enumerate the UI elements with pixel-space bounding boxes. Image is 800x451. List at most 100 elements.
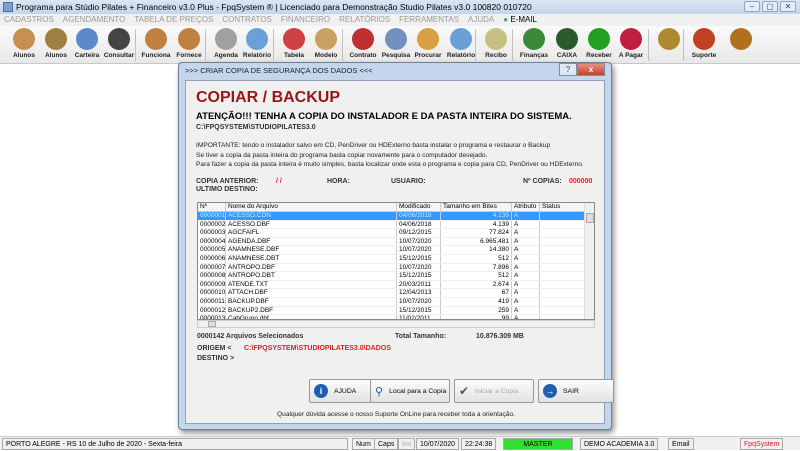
toolbar-button-label: Relatório — [242, 52, 272, 59]
file-cell: 6.965.481 — [441, 237, 512, 246]
file-cell: BACKUP2.DBF — [226, 306, 397, 315]
iniciar-copia-button[interactable]: ✔ Iniciar a Copia — [454, 379, 534, 403]
file-cell: 512 — [441, 272, 512, 280]
toolbar-button-coin-19[interactable] — [653, 27, 685, 63]
window-titlebar: Programa para Stúdio Pilates + Financeir… — [0, 0, 800, 14]
toolbar-button-consultar-3[interactable]: Consultar — [103, 27, 135, 63]
toolbar-button-caixa-16[interactable]: CAIXA — [551, 27, 583, 63]
file-row[interactable]: 0000008 ANTROPO.DBT 15/12/2015 512 A — [198, 272, 594, 281]
toolbar-button-contrato-10[interactable]: Contrato — [347, 27, 379, 63]
menu-cadastros[interactable]: CADASTROS — [4, 14, 54, 26]
ajuda-label: AJUDA — [334, 387, 357, 395]
menu-tabela-precos[interactable]: TABELA DE PREÇOS — [134, 14, 213, 26]
minimize-button[interactable]: – — [744, 1, 760, 12]
menu-ferramentas[interactable]: FERRAMENTAS — [399, 14, 459, 26]
file-cell — [540, 272, 588, 280]
toolbar-button-procurar-12[interactable]: Procurar — [412, 27, 444, 63]
file-cell: 0000006 — [200, 254, 226, 263]
status-brand: FpqSystem — [740, 438, 784, 450]
folder-icon — [417, 28, 439, 50]
info-line: IMPORTANTE: tendo o instalador salvo em … — [196, 142, 551, 149]
file-cell: A — [512, 297, 540, 306]
toolbar-button-label: Finanças — [519, 52, 549, 59]
dialog-help-button[interactable]: ? — [559, 63, 577, 76]
menu-financeiro[interactable]: FINANCEIRO — [281, 14, 330, 26]
status-email[interactable]: Email — [668, 438, 694, 450]
file-row[interactable]: 0000012 BACKUP2.DBF 15/12/2015 259 A — [198, 306, 594, 316]
id-badge-icon — [108, 28, 130, 50]
file-cell: ATENDE.TXT — [226, 280, 397, 289]
file-cell: 15/12/2015 — [397, 272, 441, 280]
menu-relatorios[interactable]: RELATÓRIOS — [339, 14, 390, 26]
hora-label: HORA: — [327, 178, 350, 185]
horizontal-scrollbar[interactable] — [197, 320, 595, 328]
toolbar-button-relat-rio-7[interactable]: Relatório — [241, 27, 273, 63]
toolbar-button-exit-door-21[interactable] — [725, 27, 757, 63]
toolbar-button-label: Recibo — [485, 52, 507, 59]
toolbar-button-suporte-20[interactable]: Suporte — [688, 27, 720, 63]
maximize-button[interactable]: ▢ — [762, 1, 778, 12]
toolbar-button-relat-rio-13[interactable]: Relatório — [445, 27, 477, 63]
table-doc-icon — [283, 28, 305, 50]
file-row[interactable]: 0000005 ANAMNESE.DBF 10/07/2020 14.380 A — [198, 246, 594, 255]
menu-contratos[interactable]: CONTRATOS — [222, 14, 271, 26]
total-label: Total Tamanho: — [395, 333, 447, 340]
file-cell: BACKUP.DBF — [226, 297, 397, 306]
file-cell — [540, 306, 588, 315]
toolbar-button-pesquisa-11[interactable]: Pesquisa — [380, 27, 412, 63]
toolbar-button-alunos-0[interactable]: Alunos — [8, 27, 40, 63]
employees-icon — [145, 28, 167, 50]
file-cell: 4.139 — [441, 220, 512, 229]
file-cell — [540, 220, 588, 229]
menu-ajuda[interactable]: AJUDA — [468, 14, 494, 26]
col-attribute[interactable]: Atributo — [512, 203, 540, 211]
toolbar-button-fornece-5[interactable]: Fornece — [173, 27, 205, 63]
toolbar-button-carteira-2[interactable]: Carteira — [71, 27, 103, 63]
local-copia-button[interactable]: ⚲ Local para a Copia — [370, 379, 450, 403]
toolbar-button-funciona-4[interactable]: Funciona — [140, 27, 172, 63]
file-list[interactable]: Nº Nome do Arquivo Modificado Tamanho em… — [197, 202, 595, 320]
menu-email[interactable]: ● E-MAIL — [503, 14, 537, 26]
toolbar-button-a-pagar-18[interactable]: A Pagar — [615, 27, 647, 63]
file-row[interactable]: 0000010 ATTACH.DBF 12/04/2013 67 A — [198, 289, 594, 298]
file-row[interactable]: 0000006 ANAMNESE.DBT 15/12/2015 512 A — [198, 254, 594, 264]
toolbar-separator — [205, 29, 206, 61]
checkmark-icon: ✔ — [459, 384, 470, 398]
sair-button[interactable]: → SAIR — [538, 379, 614, 403]
scroll-thumb[interactable] — [586, 213, 594, 223]
scroll-thumb[interactable] — [208, 321, 216, 327]
toolbar-button-finan-as-15[interactable]: Finanças — [518, 27, 550, 63]
file-cell: 10/07/2020 — [397, 263, 441, 272]
close-window-button[interactable]: ✕ — [780, 1, 796, 12]
file-cell — [540, 212, 588, 220]
file-row[interactable]: 0000004 AGENDA.DBF 10/07/2020 6.965.481 A — [198, 237, 594, 247]
vertical-scrollbar[interactable] — [584, 203, 594, 319]
file-cell: 20/03/2011 — [397, 280, 441, 289]
file-row[interactable]: 0000003 AGCFAIFL 09/12/2015 77.824 A — [198, 229, 594, 238]
file-row[interactable]: 0000007 ANTROPO.DBF 10/07/2020 7.896 A — [198, 263, 594, 273]
menu-bar: CADASTROS AGENDAMENTO TABELA DE PREÇOS C… — [0, 14, 800, 26]
menu-agendamento[interactable]: AGENDAMENTO — [63, 14, 126, 26]
info-text: IMPORTANTE: tendo o instalador salvo em … — [196, 141, 584, 170]
file-cell — [540, 229, 588, 237]
col-modified[interactable]: Modificado — [397, 203, 441, 211]
file-cell: 512 — [441, 254, 512, 263]
toolbar-button-receber-17[interactable]: Receber — [583, 27, 615, 63]
toolbar-button-alunos-1[interactable]: Alunos — [40, 27, 72, 63]
toolbar-button-modelo-9[interactable]: Modelo — [310, 27, 342, 63]
file-row[interactable]: 0000001 ACESSO.CDN 04/06/2018 4.139 A — [198, 212, 594, 221]
file-row[interactable]: 0000002 ACESSO.DBF 04/06/2018 4.139 A — [198, 220, 594, 230]
coin-icon — [658, 28, 680, 50]
col-size[interactable]: Tamanho em Bites — [441, 203, 512, 211]
dialog-close-button[interactable]: x — [577, 63, 605, 76]
file-row[interactable]: 0000011 BACKUP.DBF 10/07/2020 419 A — [198, 297, 594, 307]
col-number[interactable]: Nº — [198, 203, 226, 211]
col-status[interactable]: Status — [540, 203, 588, 211]
file-row[interactable]: 0000009 ATENDE.TXT 20/03/2011 2.674 A — [198, 280, 594, 290]
toolbar-button-tabela-8[interactable]: Tabela — [278, 27, 310, 63]
col-filename[interactable]: Nome do Arquivo — [226, 203, 397, 211]
toolbar-button-agenda-6[interactable]: Agenda — [210, 27, 242, 63]
file-cell: 0000002 — [200, 220, 226, 229]
file-cell: 04/06/2018 — [397, 212, 441, 220]
toolbar-button-recibo-14[interactable]: Recibo — [480, 27, 512, 63]
